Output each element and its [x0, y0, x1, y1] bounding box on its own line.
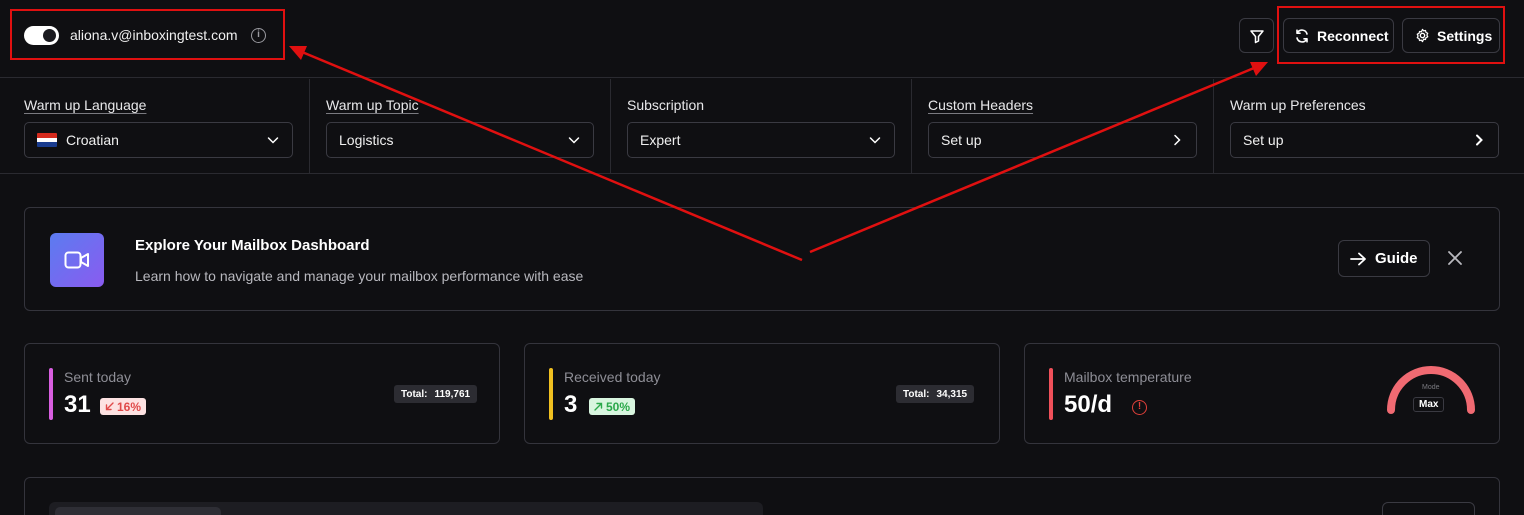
sent-change-badge: 16%: [100, 398, 147, 415]
temperature-label: Mailbox temperature: [1064, 369, 1192, 385]
mailbox-temperature-card: Mailbox temperature 50/d ! Mode Max: [1024, 343, 1500, 444]
gauge-mode-value: Max: [1413, 397, 1445, 412]
config-custom-headers: Custom Headers Set up: [912, 79, 1214, 174]
language-value: Croatian: [66, 132, 119, 148]
subscription-select[interactable]: Expert: [627, 122, 895, 158]
config-label: Warm up Topic: [326, 97, 419, 113]
config-subscription: Subscription Expert: [611, 79, 912, 174]
guide-banner: Explore Your Mailbox Dashboard Learn how…: [24, 207, 1500, 311]
arrow-up-right-icon: [594, 402, 603, 411]
received-total-badge: Total: 34,315: [896, 385, 975, 403]
croatia-flag-icon: [37, 133, 57, 147]
period-select[interactable]: [1382, 502, 1475, 515]
banner-title: Explore Your Mailbox Dashboard: [135, 237, 370, 254]
video-tile: [50, 233, 104, 287]
sent-total-value: 119,761: [434, 388, 471, 400]
arrow-down-left-icon: [105, 402, 114, 411]
config-warmup-language: Warm up Language Croatian: [0, 79, 310, 174]
chevron-down-icon: [267, 137, 279, 144]
arrow-right-icon: [1350, 252, 1366, 265]
close-icon[interactable]: [1445, 248, 1465, 268]
received-today-label: Received today: [564, 369, 661, 385]
config-label: Custom Headers: [928, 97, 1034, 113]
tab-active[interactable]: [55, 507, 221, 515]
config-label: Subscription: [627, 97, 705, 113]
chevron-down-icon: [568, 137, 580, 144]
temperature-value: 50/d: [1064, 391, 1113, 418]
topic-select[interactable]: Logistics: [326, 122, 594, 158]
highlight-box-email: [10, 9, 285, 60]
guide-button[interactable]: Guide: [1338, 240, 1430, 277]
alert-icon[interactable]: !: [1132, 400, 1147, 415]
language-select[interactable]: Croatian: [24, 122, 293, 158]
warmup-preferences-value: Set up: [1243, 132, 1284, 148]
temperature-accent-bar: [1049, 368, 1053, 420]
received-change-badge: 50%: [589, 398, 636, 415]
sent-today-value: 31: [64, 391, 91, 418]
sent-total-label: Total:: [401, 388, 428, 400]
custom-headers-setup[interactable]: Set up: [928, 122, 1197, 158]
chevron-right-icon: [1476, 134, 1483, 146]
chart-tab-bar[interactable]: [49, 502, 763, 515]
sent-total-badge: Total: 119,761: [394, 385, 478, 403]
sent-change-value: 16%: [117, 399, 142, 414]
guide-label: Guide: [1375, 250, 1418, 267]
received-change-value: 50%: [606, 399, 631, 414]
config-warmup-topic: Warm up Topic Logistics: [310, 79, 611, 174]
filter-icon: [1249, 29, 1264, 43]
gauge-mode-label: Mode: [1422, 384, 1440, 391]
received-today-value: 3: [564, 391, 578, 418]
config-label: Warm up Language: [24, 97, 147, 113]
config-warmup-preferences: Warm up Preferences Set up: [1214, 79, 1524, 174]
banner-subtitle: Learn how to navigate and manage your ma…: [135, 268, 584, 284]
video-camera-icon: [64, 251, 89, 269]
warmup-preferences-setup[interactable]: Set up: [1230, 122, 1499, 158]
chevron-down-icon: [869, 137, 881, 144]
charts-panel: [24, 477, 1500, 515]
topic-value: Logistics: [339, 132, 394, 148]
highlight-box-actions: [1277, 6, 1505, 64]
sent-today-label: Sent today: [64, 369, 131, 385]
sent-accent-bar: [49, 368, 53, 420]
received-total-label: Total:: [903, 388, 930, 400]
subscription-value: Expert: [640, 132, 681, 148]
config-label: Warm up Preferences: [1230, 97, 1366, 113]
received-total-value: 34,315: [936, 388, 968, 400]
config-row: Warm up Language Croatian Warm up Topic …: [0, 79, 1524, 174]
filter-button[interactable]: [1239, 18, 1274, 53]
received-accent-bar: [549, 368, 553, 420]
chevron-right-icon: [1174, 134, 1181, 146]
custom-headers-value: Set up: [941, 132, 982, 148]
